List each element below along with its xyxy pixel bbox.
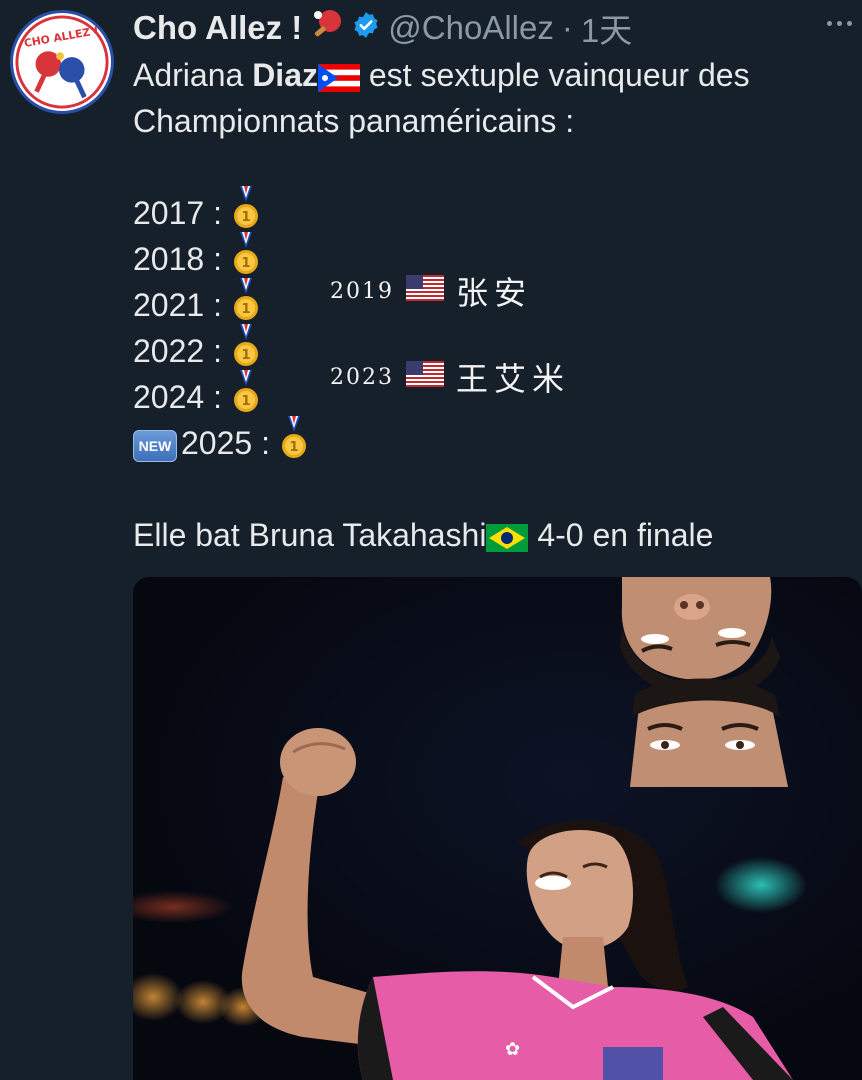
table-tennis-paddle-icon <box>310 7 344 49</box>
gold-medal-icon: 1 <box>279 416 309 466</box>
brazil-flag-icon <box>486 515 529 561</box>
verified-badge-icon <box>352 9 380 47</box>
more-dots-icon[interactable] <box>822 16 856 30</box>
annotation-2023: 2023 王艾米 <box>330 360 571 398</box>
usa-flag-icon <box>406 275 444 307</box>
svg-text:1: 1 <box>241 256 250 271</box>
inset-face-image <box>620 577 788 787</box>
author-name[interactable]: Cho Allez ! <box>133 9 302 47</box>
inset-face-overlay <box>620 577 790 787</box>
cho-allez-logo: CHO ALLEZ ! <box>15 15 109 109</box>
tweet-header: Cho Allez ! @ChoAllez · 1天 <box>133 6 852 50</box>
svg-text:1: 1 <box>241 348 250 363</box>
result-2025: NEW 2025 : 1 <box>133 416 842 466</box>
tweet-final-line: Elle bat Bruna Takahashi 4-0 en finale <box>133 512 842 558</box>
tweet-line-1: Adriana Diaz est sextuple vainqueur des <box>133 52 842 98</box>
puerto-rico-flag-icon <box>317 55 360 101</box>
gold-medal-icon: 1 <box>231 370 261 420</box>
separator-dot: · <box>561 9 573 46</box>
svg-text:1: 1 <box>289 440 298 455</box>
annotation-2019: 2019 张安 <box>330 274 533 312</box>
tweet-line-2: Championnats panaméricains : <box>133 103 575 139</box>
usa-flag-icon <box>406 361 444 393</box>
svg-text:1: 1 <box>241 394 250 409</box>
post-time[interactable]: 1天 <box>581 4 632 52</box>
avatar[interactable]: CHO ALLEZ ! <box>10 10 114 114</box>
author-handle[interactable]: @ChoAllez <box>388 9 554 47</box>
svg-text:1: 1 <box>241 210 250 225</box>
new-badge-icon: NEW <box>133 429 177 462</box>
svg-text:✿: ✿ <box>505 1039 520 1060</box>
svg-text:1: 1 <box>241 302 250 317</box>
